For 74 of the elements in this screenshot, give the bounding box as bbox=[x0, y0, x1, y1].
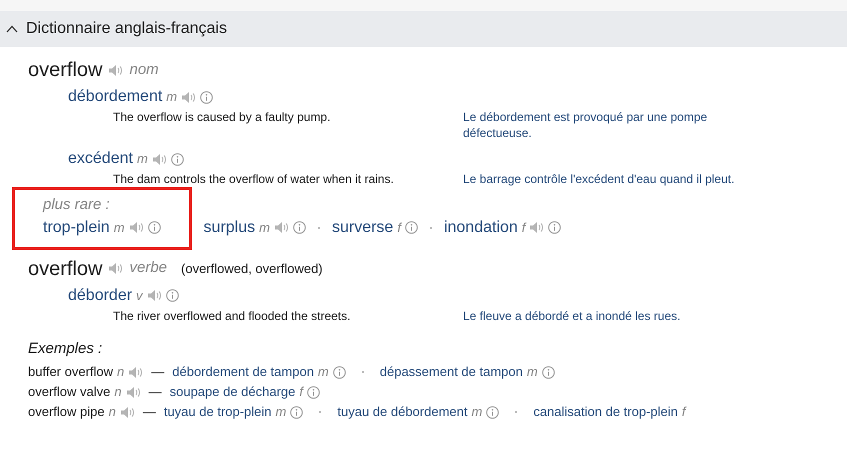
section-title: Dictionnaire anglais-français bbox=[26, 19, 227, 39]
gender-label: f bbox=[397, 218, 401, 237]
translation-link[interactable]: excédent bbox=[68, 147, 133, 171]
dash: — bbox=[151, 363, 164, 382]
info-icon[interactable] bbox=[404, 221, 418, 234]
example-translation: Le débordement est provoqué par une pompe défectueuse. bbox=[463, 109, 708, 141]
info-icon[interactable] bbox=[166, 289, 179, 302]
translation-link[interactable]: tuyau de débordement bbox=[337, 402, 468, 422]
translation-link[interactable]: canalisation de trop-plein bbox=[533, 402, 678, 422]
translation-link[interactable]: inondation bbox=[444, 216, 518, 240]
speaker-icon[interactable] bbox=[274, 221, 289, 234]
gender-label: m bbox=[136, 150, 148, 168]
rarity-label: plus rare : bbox=[43, 195, 111, 215]
info-icon[interactable] bbox=[486, 406, 500, 418]
part-of-speech: n bbox=[108, 403, 116, 422]
speaker-icon[interactable] bbox=[108, 64, 124, 76]
example-sentence: The dam controls the overflow of water when it rains. bbox=[113, 171, 395, 187]
caret-icon bbox=[6, 25, 18, 33]
gender-label: m bbox=[259, 218, 270, 237]
info-icon[interactable] bbox=[200, 90, 214, 104]
headword: overflow bbox=[28, 256, 102, 282]
translation-link[interactable]: soupape de décharge bbox=[170, 382, 296, 402]
speaker-icon[interactable] bbox=[152, 152, 167, 166]
example-term: overflow valve bbox=[28, 383, 110, 402]
speaker-icon[interactable] bbox=[128, 221, 144, 234]
dash: — bbox=[148, 383, 162, 402]
gender-label: f bbox=[299, 383, 304, 402]
speaker-icon[interactable] bbox=[146, 289, 162, 302]
gender-label: m bbox=[526, 363, 538, 382]
dash: — bbox=[142, 403, 156, 422]
speaker-icon[interactable] bbox=[126, 386, 141, 398]
info-icon[interactable] bbox=[170, 152, 184, 166]
translation-link[interactable]: surplus bbox=[204, 216, 256, 240]
example-sentence: The overflow is caused by a faulty pump. bbox=[113, 109, 332, 126]
translation-link[interactable]: débordement bbox=[68, 85, 162, 109]
headword: overflow bbox=[28, 58, 102, 83]
example-term: overflow pipe bbox=[28, 403, 105, 422]
verb-forms: (overflowed, overflowed) bbox=[181, 260, 323, 278]
example-translation: Le fleuve a débordé et a inondé les rues. bbox=[463, 308, 682, 324]
gender-label: v bbox=[136, 286, 143, 305]
speaker-icon[interactable] bbox=[120, 406, 135, 418]
speaker-icon[interactable] bbox=[128, 366, 144, 378]
part-of-speech: n bbox=[114, 383, 122, 402]
part-of-speech: n bbox=[117, 363, 124, 382]
translation-link[interactable]: tuyau de trop-plein bbox=[164, 402, 272, 422]
gender-label: m bbox=[114, 218, 125, 237]
gender-label: m bbox=[276, 403, 286, 422]
example-translation: Le barrage contrôle l'excédent d'eau quand il pleut. bbox=[463, 171, 736, 187]
examples-heading: Exemples : bbox=[28, 338, 104, 358]
gender-label: f bbox=[682, 403, 686, 422]
info-icon[interactable] bbox=[292, 221, 306, 234]
gender-label: m bbox=[471, 403, 482, 422]
translation-link[interactable]: débordement de tampon bbox=[172, 362, 314, 382]
speaker-icon[interactable] bbox=[181, 90, 196, 104]
speaker-icon[interactable] bbox=[108, 262, 124, 275]
info-icon[interactable] bbox=[307, 386, 320, 398]
section-header[interactable]: Dictionnaire anglais-français bbox=[0, 11, 847, 47]
translation-link[interactable]: déborder bbox=[68, 284, 132, 308]
part-of-speech: verbe bbox=[129, 258, 168, 278]
gender-label: m bbox=[318, 363, 329, 382]
example-sentence: The river overflowed and flooded the streets. bbox=[113, 308, 352, 324]
translation-link[interactable]: surverse bbox=[332, 216, 394, 240]
translation-link[interactable]: trop-plein bbox=[43, 216, 110, 240]
part-of-speech: nom bbox=[129, 60, 159, 80]
speaker-icon[interactable] bbox=[529, 221, 544, 234]
gender-label: m bbox=[166, 88, 178, 106]
example-term: buffer overflow bbox=[28, 363, 114, 382]
info-icon[interactable] bbox=[148, 221, 161, 234]
info-icon[interactable] bbox=[542, 366, 555, 378]
gender-label: f bbox=[522, 218, 526, 237]
info-icon[interactable] bbox=[290, 406, 304, 418]
info-icon[interactable] bbox=[548, 221, 562, 234]
info-icon[interactable] bbox=[332, 366, 346, 378]
translation-link[interactable]: dépassement de tampon bbox=[380, 362, 523, 382]
